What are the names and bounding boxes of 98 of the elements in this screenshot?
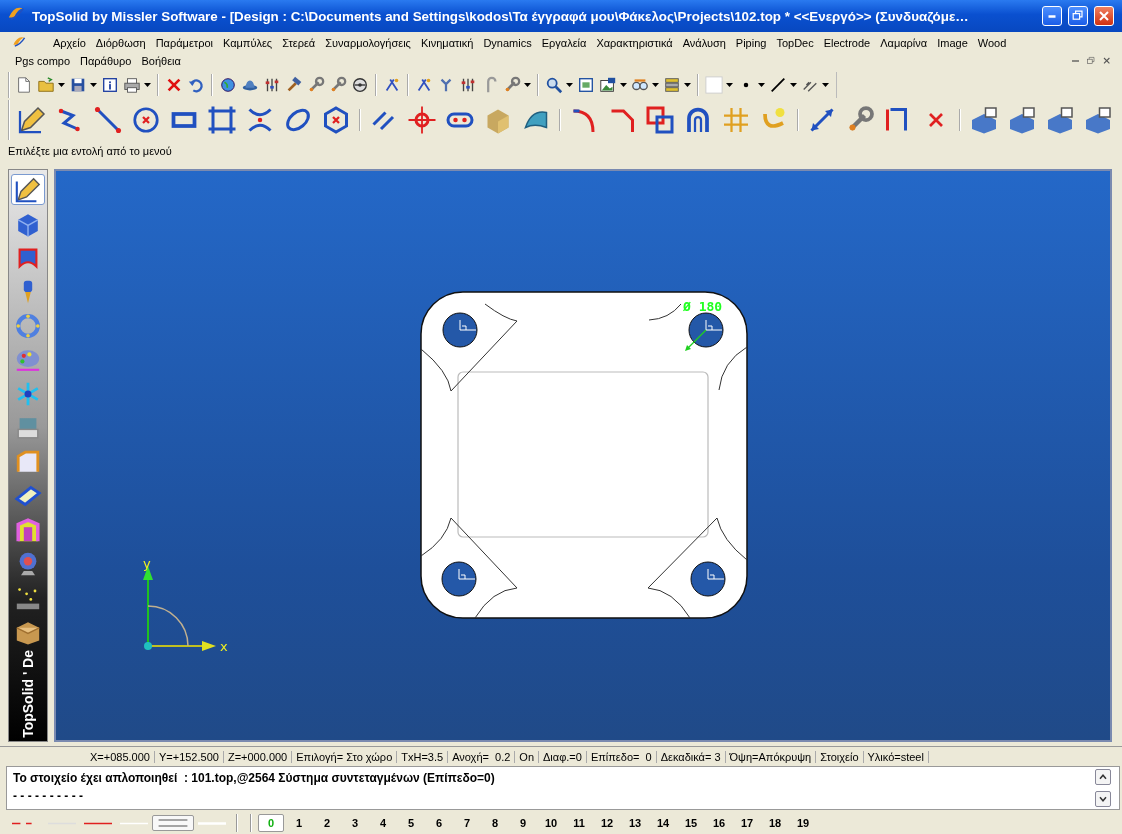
pencil-icon[interactable] [11, 174, 45, 205]
close-icon [1101, 55, 1113, 67]
restore-icon [1085, 55, 1097, 67]
caret-icon[interactable] [58, 83, 66, 87]
layer-button[interactable]: 16 [706, 814, 732, 832]
layer-button[interactable]: 1 [286, 814, 312, 832]
caret-icon[interactable] [790, 83, 798, 87]
layer-button[interactable]: 6 [426, 814, 452, 832]
layer-button[interactable]: 18 [762, 814, 788, 832]
caret-icon[interactable] [566, 83, 574, 87]
menu-item[interactable]: Παράθυρο [75, 54, 137, 68]
close-button[interactable] [1094, 6, 1114, 26]
y-axis-label: y [143, 558, 151, 571]
status-field: Δεκαδικά= 3 [656, 750, 726, 763]
minimize-icon [1071, 60, 1079, 62]
status-field: Διαφ.=0 [539, 750, 587, 763]
layer-button[interactable]: 8 [482, 814, 508, 832]
menu-item[interactable]: Αρχείο [48, 36, 91, 50]
zoom-icon[interactable] [544, 75, 564, 95]
message-line: Το στοιχείο έχει απλοποιηθεί : 101.top,@2564 Σύστημα συντεταγμένων (Επίπεδο=0) [13, 770, 496, 787]
line-sample-icon [120, 821, 148, 825]
caret-icon[interactable] [822, 83, 830, 87]
message-line: - - - - - - - - - - [13, 788, 84, 805]
layer-button[interactable]: 9 [510, 814, 536, 832]
caret-icon[interactable] [652, 83, 660, 87]
menu-item[interactable]: Pgs compo [10, 54, 76, 68]
menu-item[interactable]: Κινηματική [415, 36, 479, 50]
menu-item[interactable]: Εργαλεία [536, 36, 592, 50]
status-field: Επιλογή= Στο χώρο [292, 750, 398, 763]
caret-icon[interactable] [684, 83, 692, 87]
menu-item[interactable]: Dynamics [478, 36, 537, 50]
menu-item[interactable]: Electrode [818, 36, 876, 50]
layer-button[interactable]: 7 [454, 814, 480, 832]
menu-item[interactable]: TopDec [771, 36, 819, 50]
line-sample-icon [84, 821, 112, 825]
status-field: Επίπεδο= 0 [586, 750, 657, 763]
info-icon[interactable] [100, 75, 120, 95]
menu-item[interactable]: Καμπύλες [217, 36, 278, 50]
caret-icon[interactable] [758, 83, 766, 87]
menu-item[interactable]: Piping [730, 36, 772, 50]
layer-button[interactable]: 5 [398, 814, 424, 832]
line-style-icon[interactable] [768, 75, 788, 95]
layer-button[interactable]: 10 [538, 814, 564, 832]
prompt-text: Επιλέξτε μια εντολή από το μενού [8, 145, 172, 157]
minimize-icon [1048, 14, 1056, 18]
zoom-fit-icon[interactable] [576, 75, 596, 95]
dimension-label: Ø 180 [683, 298, 723, 314]
layer-button[interactable]: 15 [678, 814, 704, 832]
layer-button[interactable]: 19 [790, 814, 816, 832]
caret-icon[interactable] [726, 83, 734, 87]
picture-icon[interactable] [598, 75, 618, 95]
menu-item[interactable]: Βοήθεια [136, 54, 186, 68]
status-field: Όψη=Απόκρυψη [725, 750, 817, 763]
menu-item[interactable]: Ανάλυση [677, 36, 731, 50]
layer-button[interactable]: 3 [342, 814, 368, 832]
status-field: Z=+000.000 [223, 750, 293, 763]
scroll-up-button[interactable] [1095, 769, 1111, 785]
menu-item[interactable]: Wood [972, 36, 1012, 50]
caret-icon[interactable] [524, 83, 532, 87]
scroll-down-button[interactable] [1095, 791, 1111, 807]
menu-item[interactable]: Συναρμολογήσεις [320, 36, 416, 50]
caret-icon[interactable] [144, 83, 152, 87]
color-swatch-icon[interactable] [704, 75, 724, 95]
minimize-button[interactable] [1042, 6, 1062, 26]
menu-item[interactable]: Λαμαρίνα [875, 36, 933, 50]
status-field: Στοιχείο [816, 750, 864, 763]
layer-button[interactable]: 14 [650, 814, 676, 832]
layer-button[interactable]: 12 [594, 814, 620, 832]
menu-item[interactable]: Χαρακτηριστικά [591, 36, 678, 50]
layer-button[interactable]: 17 [734, 814, 760, 832]
caret-icon[interactable] [90, 83, 98, 87]
status-field: TxH=3.5 [397, 750, 449, 763]
menu-item[interactable]: Παράμετροι [150, 36, 218, 50]
status-field: Y=+152.500 [154, 750, 224, 763]
menu-item[interactable]: Image [932, 36, 973, 50]
layers-icon[interactable] [662, 75, 682, 95]
line-sample-icon [198, 821, 226, 825]
layer-button[interactable]: 4 [370, 814, 396, 832]
menu-item[interactable]: Στερεά [277, 36, 321, 50]
layer-button[interactable]: 11 [566, 814, 592, 832]
x-axis-label: x [220, 639, 228, 654]
menu-item[interactable]: Διόρθωση [90, 36, 151, 50]
layer-button[interactable]: 13 [622, 814, 648, 832]
caret-icon[interactable] [620, 83, 628, 87]
status-field: Υλικό=steel [863, 750, 929, 763]
status-field: Ανοχή= 0.2 [448, 750, 516, 763]
line-style-button[interactable] [152, 815, 194, 831]
status-field: On [515, 750, 539, 763]
globe-icon[interactable] [218, 75, 238, 95]
gauge-icon[interactable] [350, 75, 370, 95]
window-title: TopSolid by Missler Software - [Design : C:\Documents and Settings\kodos\Τα έγγραφά μου\Φάκελος\Projects\102.top * <<Ενεργό>> (Συνδυαζόμε… [32, 8, 970, 24]
printer-icon[interactable] [122, 75, 142, 95]
palette-label: TopSolid ' De [20, 650, 36, 738]
dimension-arrow [685, 328, 707, 351]
layer-button[interactable]: 2 [314, 814, 340, 832]
line-sample-icon [157, 819, 189, 827]
restore-button[interactable] [1068, 6, 1088, 26]
status-field: X=+085.000 [86, 750, 155, 763]
